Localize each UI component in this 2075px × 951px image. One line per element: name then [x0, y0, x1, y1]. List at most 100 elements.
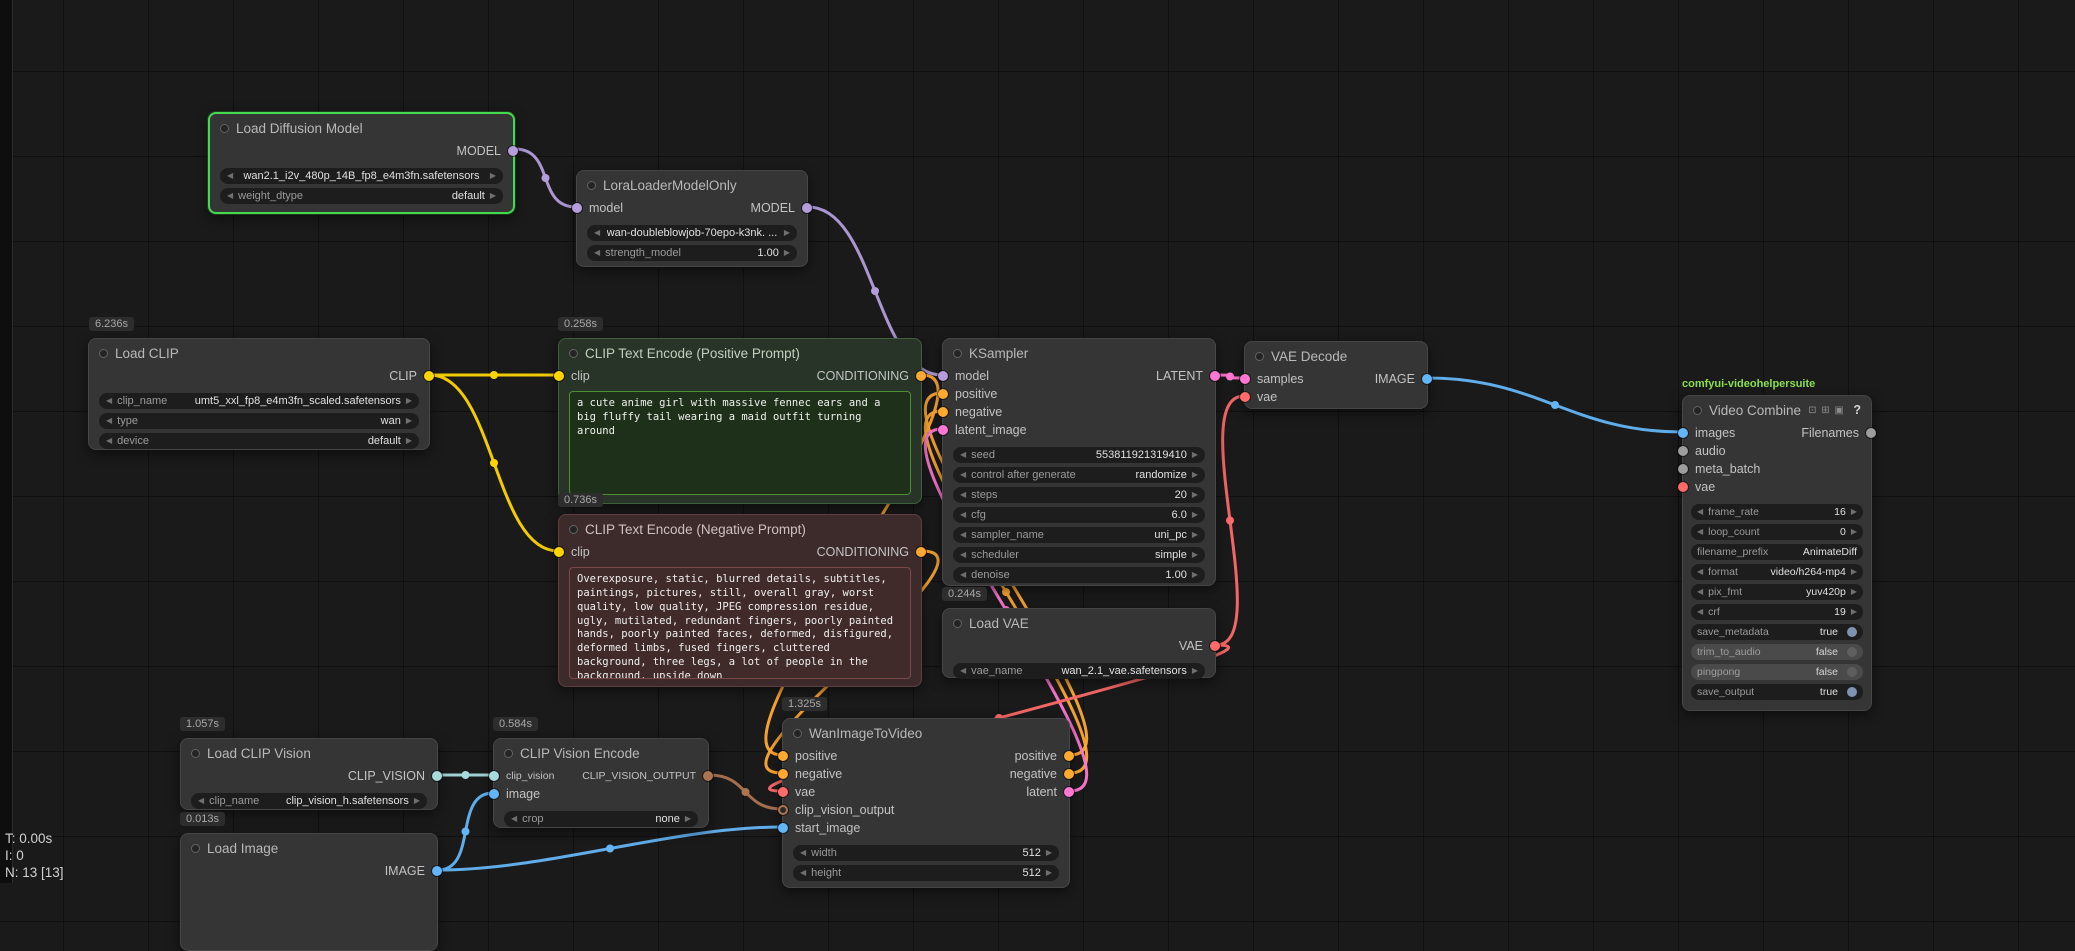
collapse-dot-icon[interactable]: [220, 124, 229, 133]
input-dot-audio[interactable]: [1678, 446, 1688, 456]
output-dot-model[interactable]: [508, 146, 518, 156]
widget-device[interactable]: ◀ device default ▶: [99, 433, 419, 449]
input-dot-samples[interactable]: [1240, 374, 1250, 384]
widget-loop-count[interactable]: ◀ loop_count 0 ▶: [1691, 524, 1863, 540]
node-title-bar[interactable]: LoraLoaderModelOnly: [577, 171, 807, 199]
output-dot-latent[interactable]: [1210, 371, 1220, 381]
combo-left-arrow-icon[interactable]: ◀: [594, 249, 600, 257]
output-dot-conditioning[interactable]: [916, 371, 926, 381]
combo-right-arrow-icon[interactable]: ▶: [1192, 531, 1198, 539]
widget-scheduler[interactable]: ◀ scheduler simple ▶: [953, 547, 1205, 563]
node-load-vae[interactable]: Load VAE VAE ◀ vae_name wan_2.1_vae.safe…: [942, 608, 1216, 678]
prompt-textarea[interactable]: Overexposure, static, blurred details, s…: [569, 567, 911, 679]
output-dot-conditioning[interactable]: [916, 547, 926, 557]
input-dot-negative[interactable]: [778, 769, 788, 779]
toggle-knob-icon[interactable]: [1847, 647, 1857, 657]
combo-right-arrow-icon[interactable]: ▶: [685, 815, 691, 823]
node-video-combine[interactable]: Video Combine ⊡ ⊞ ▣ ? images Filenames a…: [1682, 395, 1872, 711]
node-title-bar[interactable]: CLIP Text Encode (Negative Prompt): [559, 515, 921, 543]
node-clip-text-encode-positive[interactable]: CLIP Text Encode (Positive Prompt) clip …: [558, 338, 922, 504]
widget-cfg[interactable]: ◀ cfg 6.0 ▶: [953, 507, 1205, 523]
widget-trim-to-audio-toggle[interactable]: trim_to_audio false: [1691, 644, 1863, 660]
combo-right-arrow-icon[interactable]: ▶: [1046, 869, 1052, 877]
output-dot-filenames[interactable]: [1866, 428, 1876, 438]
input-dot-clip-vision-output[interactable]: [778, 805, 788, 815]
combo-left-arrow-icon[interactable]: ◀: [198, 797, 204, 805]
combo-left-arrow-icon[interactable]: ◀: [1697, 588, 1703, 596]
output-dot-model[interactable]: [802, 203, 812, 213]
combo-right-arrow-icon[interactable]: ▶: [414, 797, 420, 805]
widget-pix-fmt[interactable]: ◀ pix_fmt yuv420p ▶: [1691, 584, 1863, 600]
node-vae-decode[interactable]: VAE Decode samples IMAGE vae: [1244, 341, 1428, 409]
widget-save-metadata-toggle[interactable]: save_metadata true: [1691, 624, 1863, 640]
combo-left-arrow-icon[interactable]: ◀: [1697, 528, 1703, 536]
input-dot-latent-image[interactable]: [938, 425, 948, 435]
collapse-dot-icon[interactable]: [569, 349, 578, 358]
combo-right-arrow-icon[interactable]: ▶: [1192, 571, 1198, 579]
combo-left-arrow-icon[interactable]: ◀: [800, 869, 806, 877]
combo-left-arrow-icon[interactable]: ◀: [227, 172, 233, 180]
combo-right-arrow-icon[interactable]: ▶: [784, 229, 790, 237]
combo-left-arrow-icon[interactable]: ◀: [960, 471, 966, 479]
widget-vae-name[interactable]: ◀ vae_name wan_2.1_vae.safetensors ▶: [953, 663, 1205, 679]
combo-left-arrow-icon[interactable]: ◀: [511, 815, 517, 823]
node-load-clip-vision[interactable]: Load CLIP Vision CLIP_VISION ◀ clip_name…: [180, 738, 438, 810]
collapse-dot-icon[interactable]: [587, 181, 596, 190]
combo-left-arrow-icon[interactable]: ◀: [1697, 508, 1703, 516]
node-title-bar[interactable]: VAE Decode: [1245, 342, 1427, 370]
input-dot-vae[interactable]: [1240, 392, 1250, 402]
widget-unet-name[interactable]: ◀ wan2.1_i2v_480p_14B_fp8_e4m3fn.safeten…: [220, 168, 503, 184]
collapse-dot-icon[interactable]: [569, 525, 578, 534]
combo-left-arrow-icon[interactable]: ◀: [1697, 608, 1703, 616]
node-title-bar[interactable]: WanImageToVideo: [783, 719, 1069, 747]
node-title-bar[interactable]: Load CLIP: [89, 339, 429, 367]
combo-right-arrow-icon[interactable]: ▶: [1851, 608, 1857, 616]
collapse-dot-icon[interactable]: [191, 844, 200, 853]
widget-pingpong-toggle[interactable]: pingpong false: [1691, 664, 1863, 680]
comfyui-canvas[interactable]: { "icons": { "left_arrow": "◀", "right_a…: [0, 0, 2075, 883]
collapse-dot-icon[interactable]: [1255, 352, 1264, 361]
combo-right-arrow-icon[interactable]: ▶: [1851, 508, 1857, 516]
combo-left-arrow-icon[interactable]: ◀: [594, 229, 600, 237]
node-title-bar[interactable]: CLIP Text Encode (Positive Prompt): [559, 339, 921, 367]
combo-right-arrow-icon[interactable]: ▶: [490, 172, 496, 180]
combo-left-arrow-icon[interactable]: ◀: [960, 551, 966, 559]
output-dot-vae[interactable]: [1210, 641, 1220, 651]
node-title-bar[interactable]: Load CLIP Vision: [181, 739, 437, 767]
toggle-knob-icon[interactable]: [1847, 667, 1857, 677]
combo-left-arrow-icon[interactable]: ◀: [227, 192, 233, 200]
node-title-bar[interactable]: Load VAE: [943, 609, 1215, 637]
input-dot-positive[interactable]: [938, 389, 948, 399]
combo-left-arrow-icon[interactable]: ◀: [960, 667, 966, 675]
combo-right-arrow-icon[interactable]: ▶: [1851, 568, 1857, 576]
input-dot-positive[interactable]: [778, 751, 788, 761]
combo-left-arrow-icon[interactable]: ◀: [800, 849, 806, 857]
widget-width[interactable]: ◀ width 512 ▶: [793, 845, 1059, 861]
combo-right-arrow-icon[interactable]: ▶: [1192, 471, 1198, 479]
widget-steps[interactable]: ◀ steps 20 ▶: [953, 487, 1205, 503]
widget-clip-name[interactable]: ◀ clip_name umt5_xxl_fp8_e4m3fn_scaled.s…: [99, 393, 419, 409]
header-mini-icons[interactable]: ⊡ ⊞ ▣: [1808, 405, 1845, 416]
widget-control-after-generate[interactable]: ◀ control after generate randomize ▶: [953, 467, 1205, 483]
combo-left-arrow-icon[interactable]: ◀: [1697, 568, 1703, 576]
combo-right-arrow-icon[interactable]: ▶: [1851, 588, 1857, 596]
combo-right-arrow-icon[interactable]: ▶: [1192, 667, 1198, 675]
widget-crop[interactable]: ◀ crop none ▶: [504, 811, 698, 827]
combo-left-arrow-icon[interactable]: ◀: [106, 417, 112, 425]
collapse-dot-icon[interactable]: [99, 349, 108, 358]
widget-crf[interactable]: ◀ crf 19 ▶: [1691, 604, 1863, 620]
widget-seed[interactable]: ◀ seed 553811921319410 ▶: [953, 447, 1205, 463]
input-dot-model[interactable]: [938, 371, 948, 381]
widget-denoise[interactable]: ◀ denoise 1.00 ▶: [953, 567, 1205, 583]
combo-right-arrow-icon[interactable]: ▶: [490, 192, 496, 200]
widget-save-output-toggle[interactable]: save_output true: [1691, 684, 1863, 700]
input-dot-clip[interactable]: [554, 371, 564, 381]
prompt-textarea[interactable]: a cute anime girl with massive fennec ea…: [569, 391, 911, 495]
input-dot-start-image[interactable]: [778, 823, 788, 833]
output-dot-clip-vision[interactable]: [432, 771, 442, 781]
widget-type[interactable]: ◀ type wan ▶: [99, 413, 419, 429]
combo-left-arrow-icon[interactable]: ◀: [106, 437, 112, 445]
combo-left-arrow-icon[interactable]: ◀: [960, 531, 966, 539]
combo-right-arrow-icon[interactable]: ▶: [406, 417, 412, 425]
input-dot-vae[interactable]: [1678, 482, 1688, 492]
